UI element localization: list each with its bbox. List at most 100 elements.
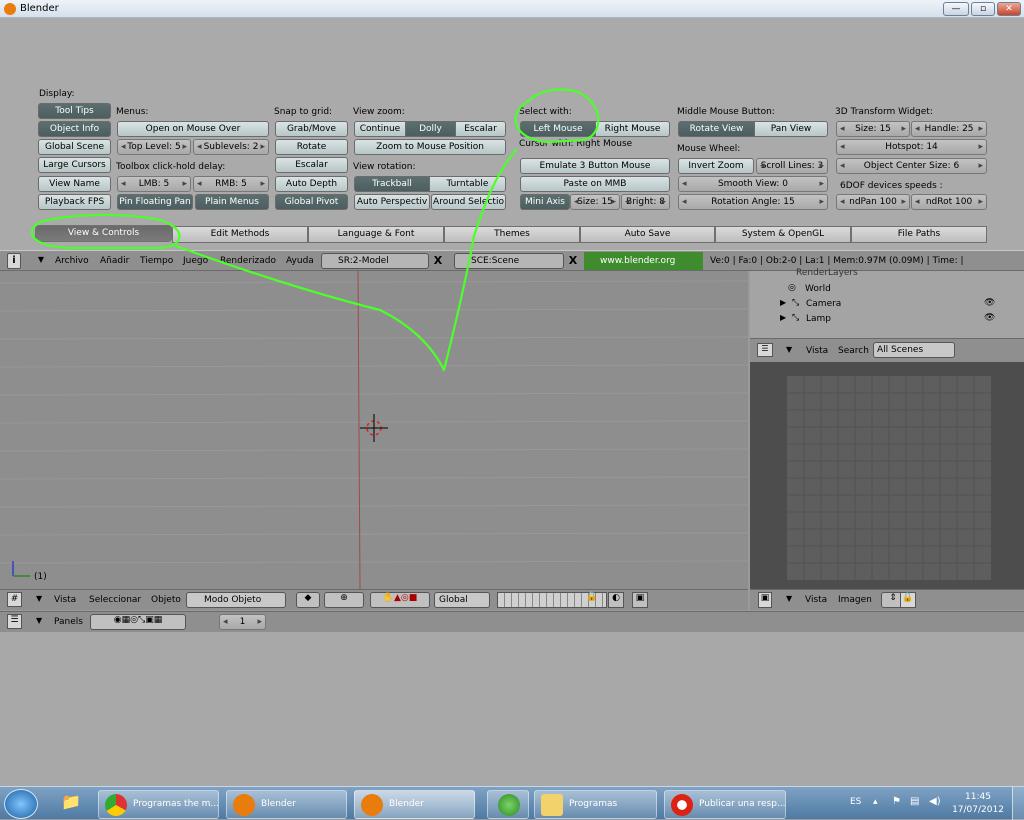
taskbar-task-blender-2[interactable]: Blender [354,790,475,819]
visibility-eye-icon[interactable]: 👁 [984,298,995,308]
blender-url-link[interactable]: www.blender.org 249.2 [584,252,703,284]
pin-floating-panels-toggle[interactable]: Pin Floating Pan [117,194,193,210]
flag-icon[interactable]: ⚑ [892,796,901,807]
rotation-trackball-option[interactable]: Trackball [354,176,430,192]
widget-hotspot-field[interactable]: Hotspot: 14 [836,139,987,155]
panels-menu[interactable]: Panels [54,617,83,627]
outliner-item-world[interactable]: World [805,284,831,294]
show-desktop-button[interactable] [1012,787,1024,820]
lmb-field[interactable]: LMB: 5 [117,176,191,192]
tab-system-opengl[interactable]: System & OpenGL [715,226,851,243]
tab-themes[interactable]: Themes [444,226,580,243]
object-info-toggle[interactable]: Object Info [38,121,111,137]
info-editor-icon[interactable]: i [7,253,21,269]
tool-tips-toggle[interactable]: Tool Tips [38,103,111,119]
orientation-select[interactable]: Global [434,592,490,608]
around-selection-toggle[interactable]: Around Selectio [431,194,506,210]
start-button[interactable] [4,789,38,819]
outliner-item-camera[interactable]: Camera [806,299,841,309]
widget-size-field[interactable]: Size: 15 [836,121,910,137]
collapse-triangle-icon[interactable]: ▼ [36,255,46,264]
view3d-menu-objeto[interactable]: Objeto [151,595,181,605]
taskbar-task-chrome[interactable]: Programas the m... [98,790,219,819]
network-icon[interactable]: ▤ [910,796,919,807]
snap-grab-move-toggle[interactable]: Grab/Move [275,121,348,137]
outliner-item-lamp[interactable]: Lamp [806,314,831,324]
clock-date[interactable]: 17/07/2012 [952,805,1004,815]
open-on-mouse-over-toggle[interactable]: Open on Mouse Over [117,121,269,137]
tray-expand-icon[interactable]: ▴ [873,797,878,807]
pivot-select-icon[interactable]: ⊕ [324,592,364,608]
clock-time[interactable]: 11:45 [956,792,1000,802]
minimize-button[interactable]: — [943,2,969,16]
playback-fps-toggle[interactable]: Playback FPS [38,194,111,210]
menu-ayuda[interactable]: Ayuda [286,256,314,266]
auto-depth-toggle[interactable]: Auto Depth [275,176,348,192]
mode-select[interactable]: Modo Objeto [186,592,286,608]
invert-zoom-toggle[interactable]: Invert Zoom [678,158,754,174]
explorer-pinned-icon[interactable]: 📁 [56,792,86,817]
object-center-size-field[interactable]: Object Center Size: 6 [836,158,987,174]
buttons-editor-type-icon[interactable]: ☰ [7,614,22,629]
outliner-editor-icon[interactable]: ☰ [757,343,773,357]
zoom-continue-option[interactable]: Continue [354,121,406,137]
mini-axis-bright-field[interactable]: Bright: 8 [621,194,670,210]
volume-icon[interactable]: ◀) [929,796,941,807]
snap-rotate-toggle[interactable]: Rotate [275,139,348,155]
scroll-lines-field[interactable]: Scroll Lines: 3 [756,158,828,174]
global-scene-toggle[interactable]: Global Scene [38,139,111,155]
collapse-triangle-icon[interactable]: ▼ [786,345,792,354]
view3d-menu-vista[interactable]: Vista [54,595,76,605]
top-level-field[interactable]: Top Level: 5 [117,139,191,155]
manipulator-toggle-icon[interactable]: ✋▲◎■ [370,592,430,608]
select-right-mouse-option[interactable]: Right Mouse [595,121,670,137]
mini-axis-size-field[interactable]: Size: 15 [570,194,620,210]
menu-tiempo[interactable]: Tiempo [140,256,173,266]
tab-language-font[interactable]: Language & Font [308,226,444,243]
lock-icon[interactable]: 🔒 [585,592,599,608]
outliner-menu-search[interactable]: Search [838,346,869,356]
view-name-toggle[interactable]: View Name [38,176,111,192]
tab-edit-methods[interactable]: Edit Methods [172,226,308,243]
taskbar-task-messenger[interactable] [487,790,529,819]
smooth-view-field[interactable]: Smooth View: 0 [678,176,828,192]
collapse-triangle-icon[interactable]: ▼ [36,616,42,625]
render-preview-icon[interactable]: ▣ [632,592,648,608]
outliner-item-renderlayers[interactable]: RenderLayers [796,268,858,278]
zoom-dolly-option[interactable]: Dolly [405,121,456,137]
scene-selector[interactable]: SCE:Scene [454,253,564,269]
taskbar-task-opera[interactable]: Publicar una resp... [664,790,786,819]
zoom-to-mouse-toggle[interactable]: Zoom to Mouse Position [354,139,506,155]
tab-file-paths[interactable]: File Paths [851,226,987,243]
view3d-menu-seleccionar[interactable]: Seleccionar [89,595,141,605]
image-menu-imagen[interactable]: Imagen [838,595,872,605]
frame-number-field[interactable]: 1 [219,614,266,630]
delete-scene-button[interactable]: X [566,253,580,269]
ndrot-field[interactable]: ndRot 100 [911,194,987,210]
collapse-triangle-icon[interactable]: ▼ [786,594,792,603]
rotation-angle-field[interactable]: Rotation Angle: 15 [678,194,828,210]
screen-selector[interactable]: SR:2-Model [321,253,429,269]
maximize-button[interactable]: ▫ [971,2,995,16]
widget-handle-field[interactable]: Handle: 25 [911,121,987,137]
menu-archivo[interactable]: Archivo [55,256,89,266]
auto-perspective-toggle[interactable]: Auto Perspectiv [354,194,430,210]
ogl-render-icon[interactable]: ◐ [608,592,624,608]
select-left-mouse-option[interactable]: Left Mouse [520,121,596,137]
expand-triangle-icon[interactable]: ▶ [780,313,786,322]
ndpan-field[interactable]: ndPan 100 [836,194,910,210]
delete-screen-button[interactable]: X [431,253,445,269]
zoom-escalar-option[interactable]: Escalar [455,121,506,137]
tab-auto-save[interactable]: Auto Save [580,226,715,243]
visibility-eye-icon[interactable]: 👁 [984,313,995,323]
tab-view-controls[interactable]: View & Controls [35,225,172,242]
expand-triangle-icon[interactable]: ▶ [780,298,786,307]
menu-juego[interactable]: Juego [183,256,208,266]
large-cursors-toggle[interactable]: Large Cursors [38,157,111,173]
close-button[interactable]: ✕ [997,2,1021,16]
context-buttons-icon[interactable]: ◉▦◎⤡▣▦ [90,614,186,630]
image-editor-canvas[interactable] [750,362,1024,589]
shading-select-icon[interactable]: ◆ [296,592,320,608]
outliner-menu-vista[interactable]: Vista [806,346,828,356]
middle-rotate-view-option[interactable]: Rotate View [678,121,755,137]
